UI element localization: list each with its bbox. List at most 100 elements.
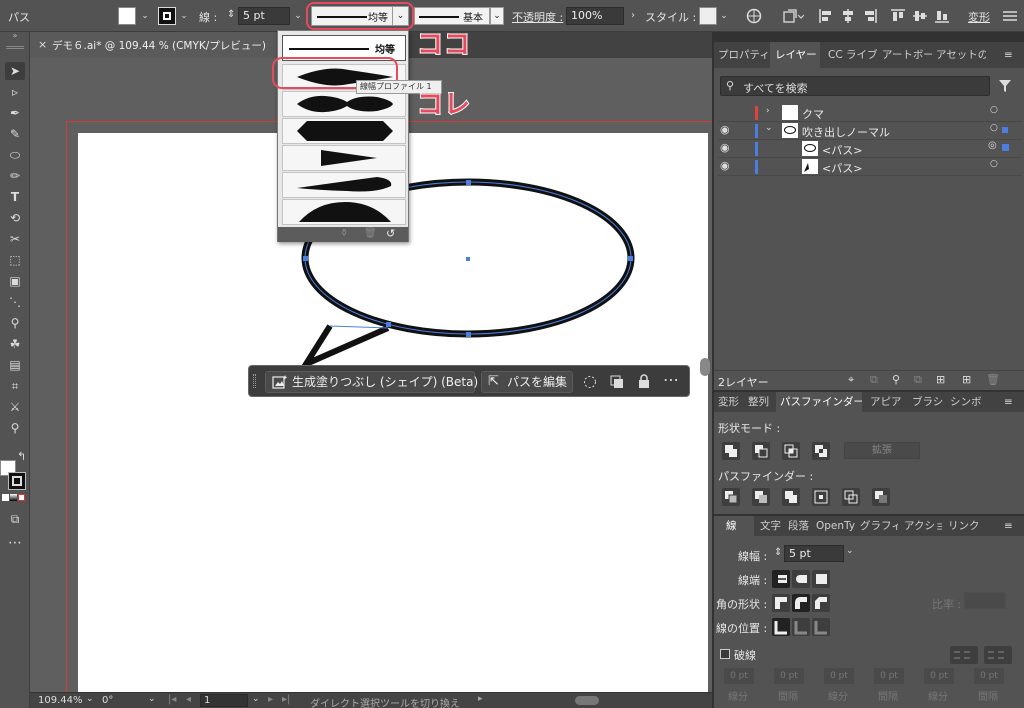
eyedropper-tool-icon[interactable]: ⚲ [5, 314, 25, 332]
tools-collapse-icon[interactable]: » [0, 32, 30, 40]
visibility-eye-icon[interactable]: ◉ [720, 141, 730, 154]
zoom-chevron-icon[interactable]: ⌄ [86, 694, 94, 704]
horizontal-scrollbar-thumb[interactable] [575, 696, 599, 705]
profile-6[interactable] [282, 199, 406, 225]
artboard-number-field[interactable]: 1 [200, 694, 248, 707]
artboard-chevron-icon[interactable]: ⌄ [252, 694, 260, 704]
edit-path-button[interactable]: ⇱ パスを編集 [481, 371, 573, 393]
anchor-points-icon[interactable] [582, 374, 598, 390]
scissors-tool-icon[interactable]: ✂ [5, 230, 25, 248]
merge-icon[interactable] [782, 488, 800, 506]
selection-tool-icon[interactable]: ➤ [5, 62, 25, 80]
zoom-level[interactable]: 109.44% [38, 695, 83, 706]
tab-properties[interactable]: プロパティ [718, 42, 768, 68]
anchor-point[interactable] [628, 256, 633, 261]
generative-fill-button[interactable]: 生成塗りつぶし (シェイプ) (Beta) [265, 371, 478, 393]
expand-button[interactable]: 拡張 [844, 442, 920, 459]
minus-back-icon[interactable] [872, 488, 890, 506]
tab-artboards[interactable]: アートボー [882, 42, 932, 68]
align-right-icon[interactable] [862, 8, 878, 24]
projecting-cap-icon[interactable] [812, 570, 830, 588]
layer-name[interactable]: <パス> [822, 142, 862, 158]
opacity-arrow-icon[interactable]: › [626, 8, 640, 24]
align-left-icon[interactable] [818, 8, 834, 24]
selection-indicator[interactable] [1002, 144, 1009, 151]
layer-name[interactable]: 吹き出しノーマル [802, 124, 890, 140]
symbol-sprayer-tool-icon[interactable]: ☘ [5, 335, 25, 353]
next-artboard-icon[interactable]: ▸ [268, 694, 273, 705]
screen-mode-icon[interactable]: ⧉ [5, 510, 25, 528]
profile-5[interactable] [282, 172, 406, 198]
tab-close-icon[interactable]: × [38, 38, 47, 51]
reset-profiles-icon[interactable]: ↺ [386, 227, 395, 240]
tab-stroke[interactable]: 線 [714, 516, 754, 536]
layer-name[interactable]: クマ [802, 106, 824, 122]
tab-align[interactable]: 整列 [748, 392, 776, 412]
curvature-tool-icon[interactable]: ✎ [5, 125, 25, 143]
layer-name[interactable]: <パス> [822, 160, 862, 176]
more-tools-icon[interactable]: ⋯ [5, 536, 25, 556]
transform-label[interactable]: 変形 [968, 9, 990, 25]
anchor-point[interactable] [386, 322, 391, 327]
panel-menu-icon[interactable]: ≡ [1004, 392, 1020, 412]
profile-3[interactable] [282, 118, 406, 144]
target-icon[interactable]: ○ [990, 123, 998, 133]
layer-row[interactable]: ◉ <パス> ○ [718, 158, 1022, 176]
tab-transform[interactable]: 変形 [718, 392, 746, 412]
stepper-icon[interactable]: ⇕ [227, 9, 235, 20]
stroke-weight-field[interactable]: 5 pt [784, 545, 844, 562]
filter-icon[interactable] [998, 79, 1012, 93]
add-layer-icon[interactable]: ⊞ [962, 373, 971, 386]
type-tool-icon[interactable]: T [5, 188, 25, 206]
layer-row[interactable]: ◉ ⌄ 吹き出しノーマル ○ [718, 122, 1022, 140]
exclude-icon[interactable] [812, 442, 830, 460]
divide-icon[interactable] [722, 488, 740, 506]
align-middle-icon[interactable] [912, 8, 928, 24]
round-cap-icon[interactable] [792, 570, 810, 588]
first-artboard-icon[interactable]: |◂ [168, 694, 176, 705]
gradient-tool-icon[interactable]: ▣ [5, 272, 25, 290]
document-tab[interactable]: × デモ６.ai* @ 109.44 % (CMYK/プレビュー) [30, 32, 300, 58]
align-center-icon[interactable] [840, 8, 856, 24]
visibility-eye-icon[interactable]: ◉ [720, 159, 730, 172]
profile-2[interactable] [282, 91, 406, 117]
crop-icon[interactable] [812, 488, 830, 506]
layer-search-field[interactable]: ⚲ すべてを検索 [720, 76, 990, 96]
more-options-icon[interactable]: ⋯ [663, 370, 679, 389]
free-transform-tool-icon[interactable]: ⬚ [5, 251, 25, 269]
swap-colors-icon[interactable]: ↰ [17, 450, 26, 463]
lock-icon[interactable] [636, 373, 652, 389]
stepper-icon[interactable]: ⇕ [774, 547, 782, 558]
paintbrush-tool-icon[interactable]: ✏ [5, 167, 25, 185]
anchor-point[interactable] [303, 256, 308, 261]
last-artboard-icon[interactable]: ▸| [282, 694, 290, 705]
stroke-color-icon[interactable] [8, 472, 26, 490]
unite-icon[interactable] [722, 442, 740, 460]
pen-tool-icon[interactable]: ✒ [5, 104, 25, 122]
panel-menu-icon[interactable]: ≡ [1004, 516, 1020, 536]
align-to-icon[interactable] [782, 8, 804, 24]
layer-row[interactable]: › クマ ○ [718, 104, 1022, 122]
brush-definition-button[interactable]: 基本 [414, 7, 490, 25]
weight-chevron-icon[interactable]: ⌄ [846, 546, 854, 556]
rotation-value[interactable]: 0° [102, 695, 113, 706]
collect-export-icon[interactable]: ⌖ [848, 373, 854, 387]
target-icon[interactable]: ○ [990, 159, 998, 169]
outline-icon[interactable] [842, 488, 860, 506]
stroke-swatch[interactable] [158, 7, 176, 25]
layer-row[interactable]: ◉ <パス> ◎ [718, 140, 1022, 158]
panel-menu-icon[interactable]: ≡ [1004, 42, 1020, 68]
target-selected-icon[interactable]: ◎ [988, 140, 997, 151]
direct-selection-tool-icon[interactable]: ▹ [5, 83, 25, 101]
locate-object-icon[interactable]: ⚲ [892, 373, 900, 386]
tab-brushes[interactable]: ブラシ [912, 392, 946, 412]
tab-character[interactable]: 文字 [760, 516, 784, 536]
rotate-tool-icon[interactable]: ⟲ [5, 209, 25, 227]
visibility-eye-icon[interactable]: ◉ [720, 123, 730, 136]
style-chevron-icon[interactable]: ⌄ [717, 8, 731, 24]
tab-links[interactable]: リンク [948, 516, 980, 536]
ellipse-tool-icon[interactable]: ⬭ [5, 146, 25, 164]
gradient-mode-icon[interactable] [10, 494, 17, 501]
duplicate-icon[interactable] [609, 374, 625, 390]
fill-chevron-icon[interactable]: ⌄ [138, 8, 152, 24]
